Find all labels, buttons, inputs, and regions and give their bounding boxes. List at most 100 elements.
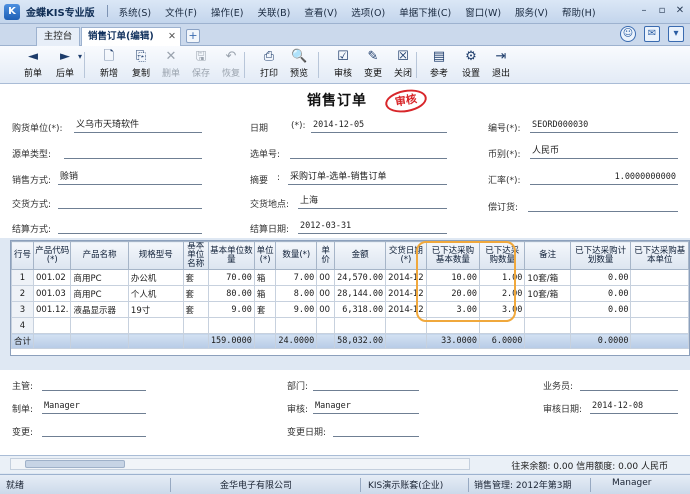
exit-button[interactable]: ⇥ 退出 (486, 49, 516, 81)
column-header[interactable]: 交货日期(*) (385, 241, 427, 270)
table-cell[interactable]: 箱 (253, 269, 277, 286)
column-header[interactable]: 金额 (334, 241, 387, 270)
column-header[interactable]: 基本单位名称 (182, 241, 209, 270)
table-row[interactable]: 4 (11, 317, 689, 334)
tab-home[interactable]: 主控台 (36, 27, 80, 46)
column-header[interactable]: 行号 (11, 241, 35, 270)
table-cell[interactable]: 10套/箱 (524, 285, 571, 302)
save-button[interactable]: 🖫 保存 (186, 49, 216, 81)
table-cell[interactable] (630, 269, 689, 286)
audit-button[interactable]: ☑ 审核 (328, 49, 358, 81)
table-cell[interactable]: 个人机 (127, 285, 184, 302)
table-cell[interactable]: 00 (316, 269, 336, 286)
table-cell[interactable] (253, 317, 277, 334)
table-cell[interactable]: 00 (316, 301, 336, 318)
table-cell[interactable]: 80.00 (207, 285, 255, 302)
code-field[interactable]: SEORD000030 (530, 119, 678, 133)
table-cell[interactable]: 6,318.00 (334, 301, 387, 318)
table-cell[interactable] (127, 317, 184, 334)
next-dropdown-icon[interactable]: ▾ (74, 49, 86, 81)
column-header[interactable]: 备注 (524, 241, 571, 270)
date-field[interactable]: 2014-12-05 (311, 119, 447, 133)
table-cell[interactable] (70, 317, 129, 334)
table-cell[interactable]: 1 (11, 269, 35, 286)
minimize-icon[interactable]: – (638, 4, 650, 18)
auditor-field[interactable]: Manager (313, 400, 419, 414)
table-cell[interactable]: 19寸 (127, 301, 184, 318)
column-header[interactable]: 产品名称 (70, 241, 129, 270)
table-cell[interactable]: 2014-12 (385, 269, 427, 286)
menu-push-down[interactable]: 单据下推(C) (392, 5, 458, 19)
column-header[interactable]: 数量(*) (275, 241, 318, 270)
table-cell[interactable]: 液晶显示器 (70, 301, 129, 318)
maximize-icon[interactable]: ▫ (656, 4, 668, 18)
table-cell[interactable]: 10套/箱 (524, 269, 571, 286)
table-cell[interactable] (385, 317, 427, 334)
menu-file[interactable]: 文件(F) (158, 5, 204, 19)
preview-button[interactable]: 🔍 预览 (284, 49, 314, 81)
menu-view[interactable]: 查看(V) (297, 5, 344, 19)
table-cell[interactable]: 0.00 (569, 301, 632, 318)
table-cell[interactable] (275, 317, 318, 334)
table-cell[interactable]: 4 (11, 317, 35, 334)
salesman-field[interactable] (580, 377, 678, 391)
column-header[interactable]: 单位(*) (253, 241, 277, 270)
column-header[interactable]: 基本单位数量 (207, 241, 255, 270)
delivery-mode-field[interactable] (58, 195, 202, 209)
table-cell[interactable]: 70.00 (207, 269, 255, 286)
prev-record-button[interactable]: ◄ 前单 (18, 49, 48, 81)
table-cell[interactable]: 9.00 (207, 301, 255, 318)
table-cell[interactable]: 箱 (253, 285, 277, 302)
table-cell[interactable]: 2 (11, 285, 35, 302)
audit-date-field[interactable]: 2014-12-08 (590, 400, 678, 414)
maker-field[interactable]: Manager (42, 400, 146, 414)
print-button[interactable]: ⎙ 打印 (254, 49, 284, 81)
table-row[interactable]: 3 001.12. 液晶显示器 19寸套 9.00 套 9.00 00 6,318.00 2014… (11, 301, 689, 318)
table-cell[interactable]: 0.00 (569, 269, 632, 286)
menu-options[interactable]: 选项(O) (344, 5, 392, 19)
restore-button[interactable]: ↶ 恢复 (216, 49, 246, 81)
table-cell[interactable]: 商用PC (70, 269, 129, 286)
table-cell[interactable] (630, 285, 689, 302)
table-cell[interactable] (316, 317, 336, 334)
menu-operation[interactable]: 操作(E) (204, 5, 250, 19)
table-cell[interactable]: 10.00 (425, 269, 480, 286)
table-cell[interactable]: 2014-12 (385, 285, 427, 302)
table-cell[interactable]: 001.02 (33, 269, 72, 286)
table-cell[interactable] (630, 301, 689, 318)
smiley-icon[interactable]: ☺ (620, 26, 636, 42)
delivery-place-field[interactable]: 上海 (298, 195, 447, 209)
summary-field[interactable]: 采购订单-选单-销售订单 (288, 171, 447, 185)
menu-system[interactable]: 系统(S) (112, 5, 158, 19)
column-header[interactable]: 规格型号 (127, 241, 184, 270)
table-cell[interactable] (569, 317, 632, 334)
settle-date-field[interactable]: 2012-03-31 (298, 220, 447, 234)
table-cell[interactable] (524, 301, 571, 318)
new-button[interactable]: 🗋 新增 (94, 49, 124, 81)
table-cell[interactable]: 9.00 (275, 301, 318, 318)
horizontal-scrollbar[interactable] (10, 458, 470, 470)
settle-mode-field[interactable] (58, 220, 202, 234)
table-cell[interactable]: 8.00 (275, 285, 318, 302)
menu-service[interactable]: 服务(V) (508, 5, 555, 19)
table-row[interactable]: 2 001.03 商用PC 个人机套 80.00 箱 8.00 00 28,144.00 2014… (11, 285, 689, 302)
table-cell[interactable]: 套 (182, 301, 209, 318)
table-cell[interactable] (207, 317, 255, 334)
delete-button[interactable]: ✕ 删单 (156, 49, 186, 81)
table-cell[interactable]: 3 (11, 301, 35, 318)
table-cell[interactable]: 28,144.00 (334, 285, 387, 302)
column-header[interactable]: 单价 (316, 241, 336, 270)
table-cell[interactable]: 0.00 (569, 285, 632, 302)
table-cell[interactable]: 套 (182, 269, 209, 286)
table-cell[interactable]: 2.00 (478, 285, 526, 302)
table-cell[interactable] (182, 317, 209, 334)
table-cell[interactable] (334, 317, 387, 334)
table-row[interactable]: 1 001.02 商用PC 办公机套 70.00 箱 7.00 00 24,570.00 2014… (11, 269, 689, 286)
table-cell[interactable]: 3.00 (425, 301, 480, 318)
source-type-field[interactable] (64, 145, 202, 159)
table-cell[interactable]: 20.00 (425, 285, 480, 302)
scrollbar-thumb[interactable] (25, 460, 125, 468)
menu-help[interactable]: 帮助(H) (555, 5, 603, 19)
column-header[interactable]: 已下达采购数量 (478, 241, 526, 270)
exchange-rate-field[interactable]: 1.0000000000 (530, 171, 678, 185)
